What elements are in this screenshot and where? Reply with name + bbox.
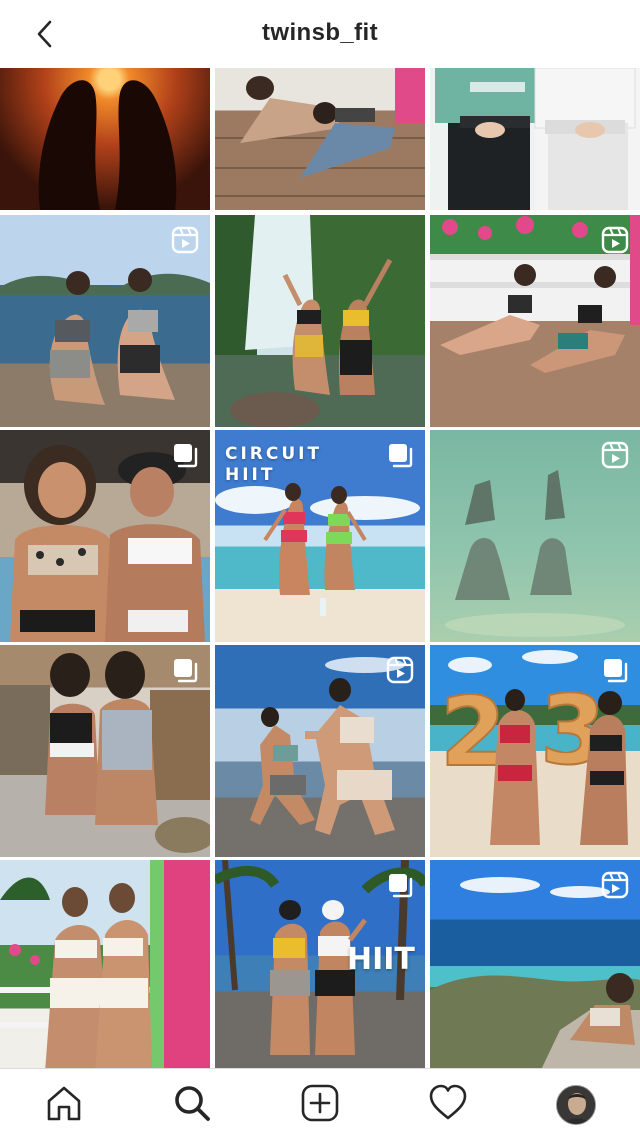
bottom-tab-bar: [0, 1068, 640, 1138]
grid-tile-hiit-palms[interactable]: HIIT: [215, 860, 425, 1072]
grid-tile-seaside-lunge[interactable]: [0, 215, 210, 427]
carousel-icon: [389, 444, 413, 468]
search-icon: [175, 1086, 210, 1121]
carousel-icon: [389, 874, 413, 898]
grid-tile-sunset[interactable]: [0, 68, 210, 210]
carousel-icon: [174, 444, 198, 468]
reel-icon: [601, 441, 629, 469]
reel-icon: [386, 656, 414, 684]
post-grid: CIRCUIT HIIT 2 3 HIIT: [0, 68, 640, 1072]
carousel-icon: [174, 659, 198, 683]
grid-tile-squat-rocks[interactable]: [215, 645, 425, 857]
grid-tile-cliff-view[interactable]: [430, 860, 640, 1072]
profile-header: twinsb_fit: [0, 0, 640, 68]
tab-activity[interactable]: [428, 1083, 468, 1123]
tab-new-post[interactable]: [300, 1083, 340, 1123]
grid-tile-pink-door[interactable]: [0, 860, 210, 1072]
post-overlay-text: CIRCUIT HIIT: [225, 444, 323, 485]
profile-avatar[interactable]: [556, 1085, 596, 1125]
new-post-icon: [301, 1084, 339, 1122]
post-overlay-text: HIIT: [347, 942, 415, 977]
page-title: twinsb_fit: [262, 19, 378, 46]
tab-home[interactable]: [44, 1083, 84, 1123]
home-icon: [47, 1086, 81, 1121]
reel-icon: [171, 226, 199, 254]
grid-tile-circuit-hiit[interactable]: CIRCUIT HIIT: [215, 430, 425, 642]
grid-tile-underwater[interactable]: [430, 430, 640, 642]
carousel-icon: [604, 659, 628, 683]
grid-tile-waterfall[interactable]: [215, 215, 425, 427]
tab-search[interactable]: [172, 1083, 212, 1123]
grid-tile-deck-abs[interactable]: [430, 215, 640, 427]
reel-icon: [601, 226, 629, 254]
grid-tile-terrace[interactable]: [0, 645, 210, 857]
grid-tile-balloons-23[interactable]: 2 3: [430, 645, 640, 857]
grid-tile-outfit[interactable]: [430, 68, 640, 210]
grid-tile-bikini-selfie[interactable]: [0, 430, 210, 642]
grid-tile-pushup[interactable]: [215, 68, 425, 210]
reel-icon: [601, 871, 629, 899]
activity-heart-icon: [429, 1084, 467, 1120]
